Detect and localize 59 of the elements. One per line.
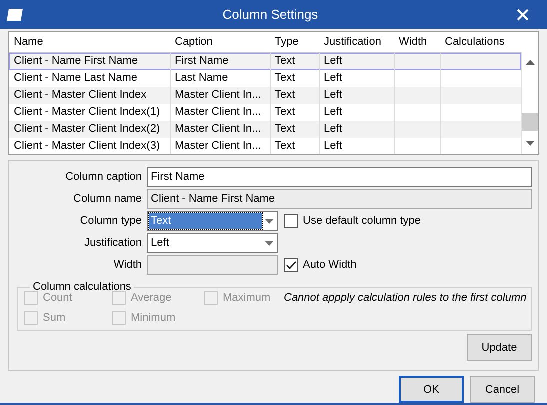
group-title: Column calculations <box>32 281 132 294</box>
table-cell: Text <box>271 87 320 104</box>
column-header[interactable]: Calculations <box>440 36 516 48</box>
table-cell: First Name <box>171 53 271 70</box>
checkbox[interactable] <box>284 214 298 228</box>
table-cell: Client - Master Client Index <box>10 87 171 104</box>
update-button[interactable]: Update <box>467 334 532 362</box>
field-label: Column name <box>72 193 142 206</box>
checkbox-label: Maximum <box>223 292 271 304</box>
table-cell: Left <box>320 87 395 104</box>
scroll-bar[interactable] <box>521 52 538 154</box>
field-label: Justification <box>84 237 142 250</box>
checkbox-label: Minimum <box>131 312 176 324</box>
column-header[interactable]: Caption <box>170 36 270 48</box>
dropdown-arrow-icon[interactable] <box>264 218 274 224</box>
checkbox-label: Use default column type <box>303 215 422 228</box>
table-cell: Text <box>271 53 320 70</box>
column-header[interactable]: Justification <box>319 36 394 48</box>
window-icon <box>6 8 24 22</box>
table-row[interactable]: Client - Master Client Index(2) Master Client In... Text Left <box>9 121 521 138</box>
field-label: Column caption <box>64 171 142 184</box>
column-header[interactable]: Name <box>9 36 170 48</box>
table-cell: Client - Master Client Index(3) <box>10 138 171 154</box>
field-label: Width <box>112 259 142 272</box>
scroll-down-icon[interactable] <box>526 141 534 146</box>
table-cell: Client - Name First Name <box>10 53 171 70</box>
dropdown[interactable]: Text <box>147 211 278 232</box>
scroll-up-icon[interactable] <box>526 60 534 66</box>
column-header[interactable]: Width <box>394 36 440 48</box>
info-text: Cannot appply calculation rules to the first column <box>284 292 527 304</box>
checkbox-label: Sum <box>43 312 66 324</box>
table-cell: Master Client In... <box>171 138 271 154</box>
table-row[interactable]: Client - Name First Name First Name Text Left <box>9 53 521 70</box>
checkbox-label: Auto Width <box>303 259 357 272</box>
checkbox-label: Average <box>131 292 172 304</box>
table-cell: Left <box>320 121 395 138</box>
width-field[interactable] <box>147 255 278 276</box>
checkbox[interactable] <box>284 258 298 272</box>
table-row[interactable]: Client - Master Client Index(3) Master Client In... Text Left <box>9 138 521 154</box>
ok-button[interactable]: OK <box>399 376 464 403</box>
table-cell: Client - Master Client Index(2) <box>10 121 171 138</box>
table-cell: Left <box>320 138 395 154</box>
scroll-thumb[interactable] <box>522 113 538 132</box>
window-title: Column Settings <box>222 7 320 22</box>
text-field[interactable]: First Name <box>147 167 532 188</box>
dropdown[interactable]: Left <box>147 233 278 254</box>
close-icon[interactable] <box>517 8 529 21</box>
table-cell: Text <box>271 138 320 154</box>
cancel-button[interactable]: Cancel <box>470 376 535 403</box>
table-cell: Left <box>320 53 395 70</box>
table-cell: Text <box>271 121 320 138</box>
table-row[interactable]: Client - Master Client Index Master Client In... Text Left <box>9 87 521 104</box>
checkbox-label: Count <box>43 292 72 304</box>
field-label: Column type <box>79 215 142 228</box>
table-cell: Master Client In... <box>171 87 271 104</box>
text-field[interactable]: Client - Name First Name <box>147 189 532 210</box>
table-cell: Master Client In... <box>171 121 271 138</box>
dropdown-arrow-icon[interactable] <box>264 240 274 246</box>
column-header[interactable]: Type <box>270 36 319 48</box>
